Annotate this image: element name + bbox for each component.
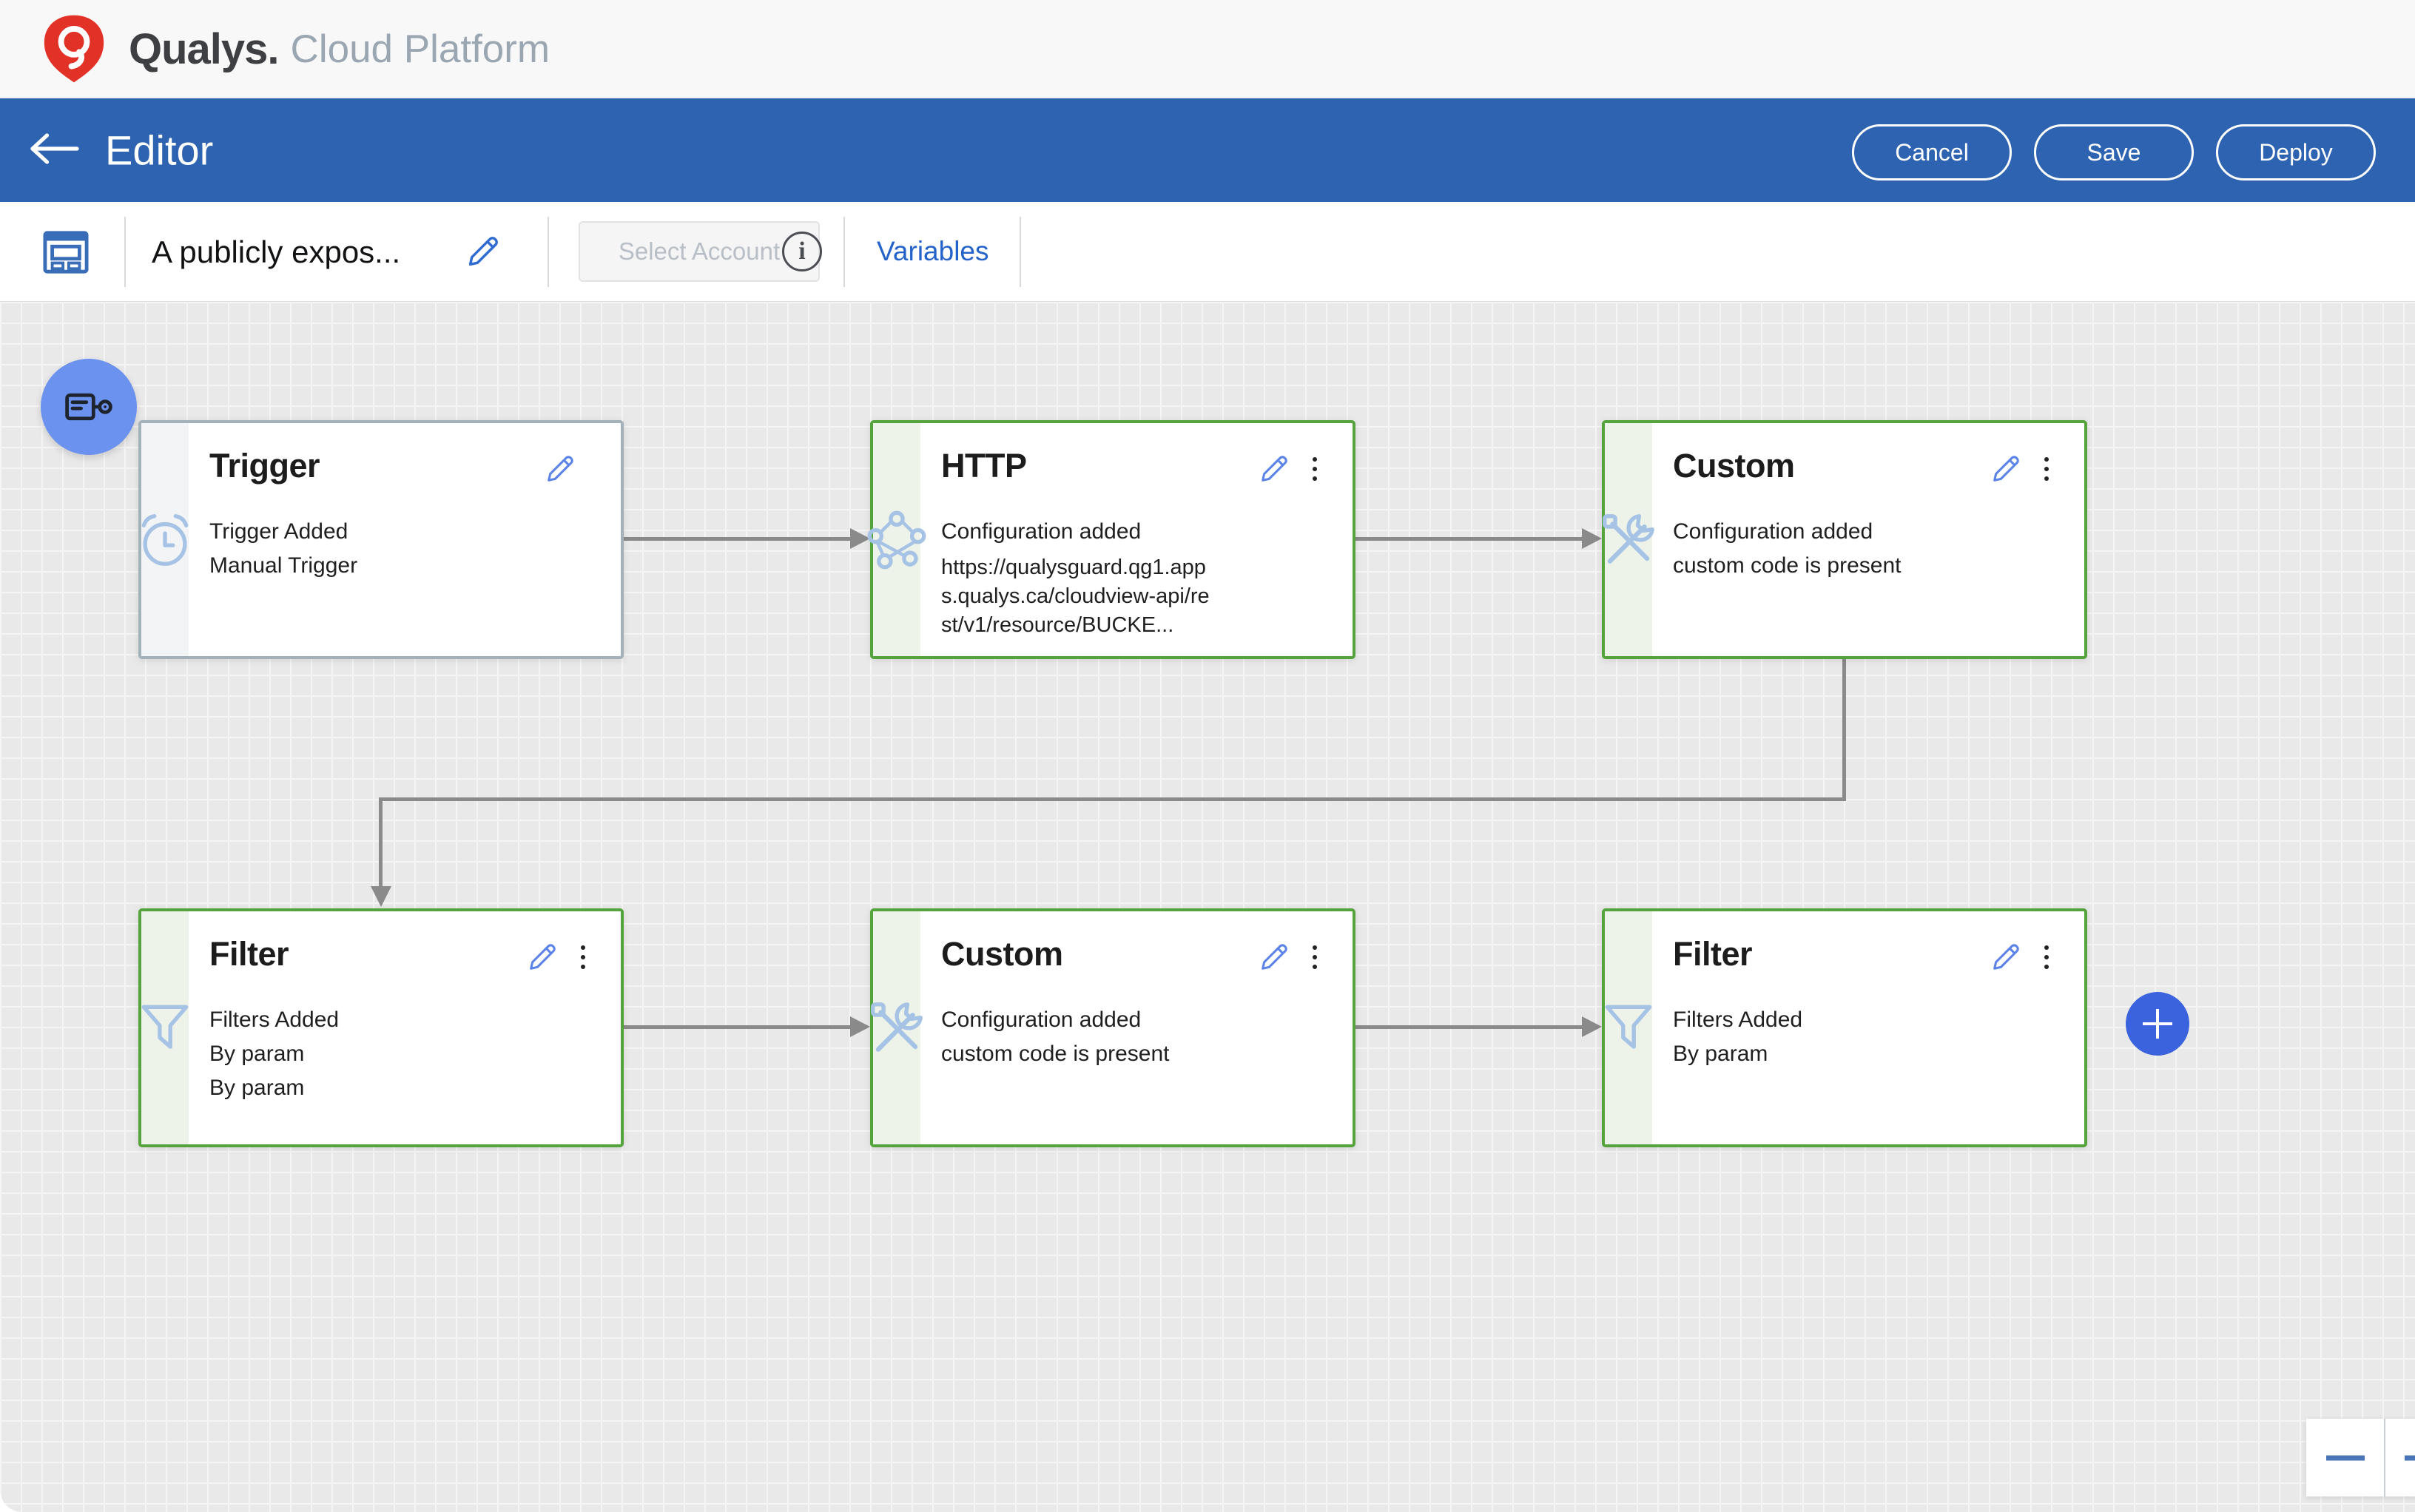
node-title: Custom [941, 935, 1242, 973]
variables-link[interactable]: Variables [877, 236, 989, 267]
zoom-in-button[interactable] [2384, 1419, 2415, 1496]
workflow-layout-icon[interactable] [43, 230, 89, 274]
funnel-icon [1597, 996, 1660, 1060]
node-filter-1[interactable]: Filter Filters Added By param By param [138, 908, 624, 1147]
tools-icon [865, 996, 929, 1060]
save-button[interactable]: Save [2034, 124, 2194, 180]
node-detail: Filters Added [209, 1003, 510, 1037]
workflow-start-button[interactable] [41, 359, 137, 455]
node-detail: By param [1673, 1037, 1973, 1071]
connector-line [1355, 537, 1585, 541]
edit-pencil-icon[interactable] [1258, 451, 1292, 485]
edit-title-pencil-icon[interactable] [465, 232, 503, 270]
connector-line [379, 797, 383, 888]
product-name: Cloud Platform [291, 27, 550, 72]
node-detail: Trigger Added [209, 515, 510, 549]
workflow-title: A publicly expos... [152, 234, 400, 270]
minus-icon [2326, 1455, 2365, 1460]
node-accent-strip [141, 911, 189, 1144]
zoom-controls [2306, 1419, 2415, 1496]
node-detail: By param [209, 1037, 510, 1071]
funnel-icon [133, 996, 197, 1060]
node-title: HTTP [941, 447, 1242, 485]
edit-pencil-icon[interactable] [1990, 451, 2024, 485]
connector-line [1355, 1025, 1585, 1029]
alarm-clock-icon [133, 508, 197, 572]
node-title: Custom [1673, 447, 1973, 485]
node-detail: custom code is present [1673, 549, 1973, 583]
divider [124, 217, 126, 287]
kebab-menu-icon[interactable] [1310, 945, 1320, 969]
divider [548, 217, 549, 287]
workflow-toolbar: A publicly expos... Select Account i Var… [0, 202, 2415, 302]
node-title: Trigger [209, 447, 510, 485]
node-trigger[interactable]: Trigger Trigger Added Manual Trigger [138, 420, 624, 659]
page-title: Editor [105, 126, 213, 175]
node-filter-2[interactable]: Filter Filters Added By param [1602, 908, 2087, 1147]
connector-tag-icon [64, 391, 113, 422]
workflow-canvas[interactable]: Trigger Trigger Added Manual Trigger [0, 302, 2415, 1512]
brand-name: Qualys. [129, 24, 279, 74]
zoom-out-button[interactable] [2306, 1419, 2384, 1496]
add-step-button[interactable] [2126, 992, 2189, 1056]
node-detail: Configuration added [941, 515, 1242, 549]
node-accent-strip [873, 911, 920, 1144]
kebab-menu-icon[interactable] [578, 945, 588, 969]
divider [1020, 217, 1021, 287]
network-icon [865, 508, 929, 572]
node-url: https://qualysguard.qg1.apps.qualys.ca/c… [941, 553, 1219, 640]
qualys-editor-window: Qualys. Cloud Platform Editor Cancel Sav… [0, 0, 2415, 1512]
tools-icon [1597, 508, 1660, 572]
node-accent-strip [1605, 423, 1652, 656]
top-brand-bar: Qualys. Cloud Platform [0, 0, 2415, 98]
connector-line [624, 1025, 853, 1029]
plus-icon [2139, 1005, 2176, 1042]
editor-header: Editor Cancel Save Deploy [0, 98, 2415, 202]
edit-pencil-icon[interactable] [1258, 939, 1292, 973]
node-detail: Filters Added [1673, 1003, 1973, 1037]
plus-icon [2405, 1455, 2415, 1460]
connector-line [624, 537, 853, 541]
node-accent-strip [1605, 911, 1652, 1144]
kebab-menu-icon[interactable] [2041, 945, 2052, 969]
edit-pencil-icon[interactable] [1990, 939, 2024, 973]
node-title: Filter [1673, 935, 1973, 973]
node-accent-strip [141, 423, 189, 656]
connector-arrowhead [371, 886, 391, 907]
node-title: Filter [209, 935, 510, 973]
kebab-menu-icon[interactable] [1310, 457, 1320, 481]
kebab-menu-icon[interactable] [2041, 457, 2052, 481]
node-custom-2[interactable]: Custom Configuration added custom code i… [870, 908, 1355, 1147]
node-detail: Configuration added [1673, 515, 1973, 549]
node-detail: Configuration added [941, 1003, 1242, 1037]
edit-pencil-icon[interactable] [544, 451, 578, 485]
node-accent-strip [873, 423, 920, 656]
deploy-button[interactable]: Deploy [2216, 124, 2376, 180]
node-detail: custom code is present [941, 1037, 1242, 1071]
node-detail: By param [209, 1071, 510, 1105]
divider [843, 217, 845, 287]
info-icon[interactable]: i [782, 232, 822, 271]
cancel-button[interactable]: Cancel [1852, 124, 2012, 180]
node-custom-1[interactable]: Custom Configuration added custom code i… [1602, 420, 2087, 659]
node-detail: Manual Trigger [209, 549, 510, 583]
node-http[interactable]: HTTP Configuration added https://qualysg… [870, 420, 1355, 659]
header-actions: Cancel Save Deploy [1852, 124, 2376, 180]
back-arrow-icon[interactable] [28, 125, 81, 172]
qualys-logo-icon [38, 13, 110, 84]
connector-line [379, 797, 1846, 801]
edit-pencil-icon[interactable] [526, 939, 560, 973]
connector-line [1842, 659, 1846, 801]
